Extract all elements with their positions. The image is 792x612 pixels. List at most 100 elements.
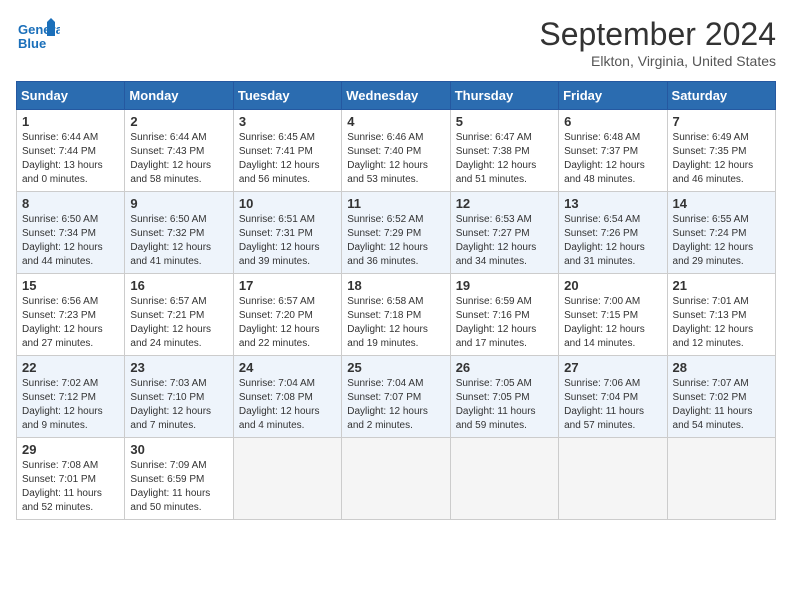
calendar-cell: 19 Sunrise: 6:59 AM Sunset: 7:16 PM Dayli… (450, 274, 558, 356)
calendar-cell: 9 Sunrise: 6:50 AM Sunset: 7:32 PM Daylig… (125, 192, 233, 274)
calendar-cell: 14 Sunrise: 6:55 AM Sunset: 7:24 PM Dayli… (667, 192, 775, 274)
calendar-cell: 26 Sunrise: 7:05 AM Sunset: 7:05 PM Dayli… (450, 356, 558, 438)
day-info: Sunrise: 7:08 AM Sunset: 7:01 PM Dayligh… (22, 459, 119, 515)
calendar-cell: 27Sunrise: 7:06 AM Sunset: 7:04 PM Dayli… (559, 356, 667, 438)
dow-header: Thursday (450, 82, 558, 110)
day-number: 8 (22, 196, 119, 211)
day-info: Sunrise: 6:56 AM Sunset: 7:23 PM Dayligh… (22, 295, 119, 351)
calendar-cell (559, 438, 667, 520)
day-number: 13 (564, 196, 661, 211)
calendar-cell: 10 Sunrise: 6:51 AM Sunset: 7:31 PM Dayli… (233, 192, 341, 274)
day-info: Sunrise: 6:49 AM Sunset: 7:35 PM Dayligh… (673, 131, 770, 187)
day-number: 19 (456, 278, 553, 293)
dow-header: Tuesday (233, 82, 341, 110)
calendar-cell: 28Sunrise: 7:07 AM Sunset: 7:02 PM Dayli… (667, 356, 775, 438)
logo: General Blue (16, 16, 60, 60)
dow-header: Sunday (17, 82, 125, 110)
day-info: Sunrise: 6:45 AM Sunset: 7:41 PM Dayligh… (239, 131, 336, 187)
day-number: 14 (673, 196, 770, 211)
day-number: 10 (239, 196, 336, 211)
calendar-cell: 17 Sunrise: 6:57 AM Sunset: 7:20 PM Dayli… (233, 274, 341, 356)
day-info: Sunrise: 6:57 AM Sunset: 7:21 PM Dayligh… (130, 295, 227, 351)
day-number: 4 (347, 114, 444, 129)
day-info: Sunrise: 6:55 AM Sunset: 7:24 PM Dayligh… (673, 213, 770, 269)
calendar-table: SundayMondayTuesdayWednesdayThursdayFrid… (16, 81, 776, 520)
calendar-cell (233, 438, 341, 520)
day-info: Sunrise: 6:59 AM Sunset: 7:16 PM Dayligh… (456, 295, 553, 351)
day-info: Sunrise: 6:44 AM Sunset: 7:43 PM Dayligh… (130, 131, 227, 187)
calendar-cell: 21 Sunrise: 7:01 AM Sunset: 7:13 PM Dayli… (667, 274, 775, 356)
dow-header: Wednesday (342, 82, 450, 110)
day-number: 16 (130, 278, 227, 293)
day-number: 12 (456, 196, 553, 211)
calendar-cell: 6Sunrise: 6:48 AM Sunset: 7:37 PM Daylig… (559, 110, 667, 192)
day-info: Sunrise: 6:46 AM Sunset: 7:40 PM Dayligh… (347, 131, 444, 187)
day-info: Sunrise: 6:50 AM Sunset: 7:34 PM Dayligh… (22, 213, 119, 269)
day-info: Sunrise: 6:57 AM Sunset: 7:20 PM Dayligh… (239, 295, 336, 351)
day-number: 23 (130, 360, 227, 375)
calendar-cell: 13Sunrise: 6:54 AM Sunset: 7:26 PM Dayli… (559, 192, 667, 274)
day-info: Sunrise: 6:44 AM Sunset: 7:44 PM Dayligh… (22, 131, 119, 187)
calendar-cell: 3 Sunrise: 6:45 AM Sunset: 7:41 PM Daylig… (233, 110, 341, 192)
day-number: 7 (673, 114, 770, 129)
logo-svg: General Blue (16, 16, 60, 60)
location-subtitle: Elkton, Virginia, United States (539, 53, 776, 69)
calendar-cell (667, 438, 775, 520)
calendar-cell: 23Sunrise: 7:03 AM Sunset: 7:10 PM Dayli… (125, 356, 233, 438)
dow-header: Saturday (667, 82, 775, 110)
svg-text:Blue: Blue (18, 36, 46, 51)
day-number: 29 (22, 442, 119, 457)
calendar-cell (450, 438, 558, 520)
calendar-cell: 25 Sunrise: 7:04 AM Sunset: 7:07 PM Dayli… (342, 356, 450, 438)
dow-header: Monday (125, 82, 233, 110)
day-number: 9 (130, 196, 227, 211)
day-number: 22 (22, 360, 119, 375)
day-number: 18 (347, 278, 444, 293)
calendar-cell: 15 Sunrise: 6:56 AM Sunset: 7:23 PM Dayli… (17, 274, 125, 356)
day-number: 24 (239, 360, 336, 375)
day-info: Sunrise: 6:50 AM Sunset: 7:32 PM Dayligh… (130, 213, 227, 269)
day-info: Sunrise: 7:06 AM Sunset: 7:04 PM Dayligh… (564, 377, 661, 433)
day-info: Sunrise: 7:02 AM Sunset: 7:12 PM Dayligh… (22, 377, 119, 433)
calendar-cell: 18 Sunrise: 6:58 AM Sunset: 7:18 PM Dayli… (342, 274, 450, 356)
day-number: 21 (673, 278, 770, 293)
calendar-cell: 5 Sunrise: 6:47 AM Sunset: 7:38 PM Daylig… (450, 110, 558, 192)
day-info: Sunrise: 7:04 AM Sunset: 7:08 PM Dayligh… (239, 377, 336, 433)
day-info: Sunrise: 6:58 AM Sunset: 7:18 PM Dayligh… (347, 295, 444, 351)
calendar-cell: 8 Sunrise: 6:50 AM Sunset: 7:34 PM Daylig… (17, 192, 125, 274)
day-number: 15 (22, 278, 119, 293)
day-number: 20 (564, 278, 661, 293)
month-title: September 2024 (539, 16, 776, 53)
day-info: Sunrise: 6:52 AM Sunset: 7:29 PM Dayligh… (347, 213, 444, 269)
day-info: Sunrise: 7:09 AM Sunset: 6:59 PM Dayligh… (130, 459, 227, 515)
day-number: 11 (347, 196, 444, 211)
calendar-cell: 16 Sunrise: 6:57 AM Sunset: 7:21 PM Dayli… (125, 274, 233, 356)
calendar-cell: 22 Sunrise: 7:02 AM Sunset: 7:12 PM Dayli… (17, 356, 125, 438)
title-block: September 2024 Elkton, Virginia, United … (539, 16, 776, 69)
calendar-cell: 24 Sunrise: 7:04 AM Sunset: 7:08 PM Dayli… (233, 356, 341, 438)
day-info: Sunrise: 6:53 AM Sunset: 7:27 PM Dayligh… (456, 213, 553, 269)
calendar-cell: 4 Sunrise: 6:46 AM Sunset: 7:40 PM Daylig… (342, 110, 450, 192)
day-number: 2 (130, 114, 227, 129)
day-info: Sunrise: 7:07 AM Sunset: 7:02 PM Dayligh… (673, 377, 770, 433)
calendar-cell: 30 Sunrise: 7:09 AM Sunset: 6:59 PM Dayli… (125, 438, 233, 520)
calendar-cell (342, 438, 450, 520)
day-number: 5 (456, 114, 553, 129)
day-number: 25 (347, 360, 444, 375)
calendar-cell: 1Sunrise: 6:44 AM Sunset: 7:44 PM Daylig… (17, 110, 125, 192)
day-number: 17 (239, 278, 336, 293)
calendar-cell: 2 Sunrise: 6:44 AM Sunset: 7:43 PM Daylig… (125, 110, 233, 192)
page-header: General Blue September 2024 Elkton, Virg… (16, 16, 776, 69)
day-number: 6 (564, 114, 661, 129)
dow-header: Friday (559, 82, 667, 110)
day-number: 30 (130, 442, 227, 457)
day-info: Sunrise: 7:04 AM Sunset: 7:07 PM Dayligh… (347, 377, 444, 433)
day-info: Sunrise: 6:51 AM Sunset: 7:31 PM Dayligh… (239, 213, 336, 269)
day-info: Sunrise: 7:00 AM Sunset: 7:15 PM Dayligh… (564, 295, 661, 351)
day-number: 26 (456, 360, 553, 375)
calendar-cell: 7 Sunrise: 6:49 AM Sunset: 7:35 PM Daylig… (667, 110, 775, 192)
day-info: Sunrise: 6:47 AM Sunset: 7:38 PM Dayligh… (456, 131, 553, 187)
day-number: 3 (239, 114, 336, 129)
day-info: Sunrise: 7:01 AM Sunset: 7:13 PM Dayligh… (673, 295, 770, 351)
day-info: Sunrise: 7:05 AM Sunset: 7:05 PM Dayligh… (456, 377, 553, 433)
